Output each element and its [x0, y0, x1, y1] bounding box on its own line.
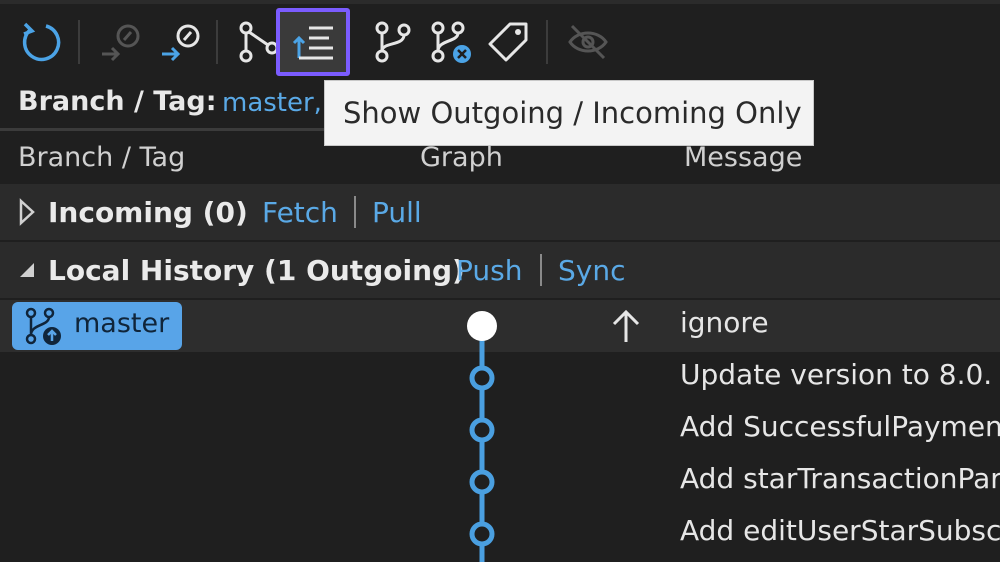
commit-node: [469, 417, 495, 443]
commit-node: [469, 365, 495, 391]
commit-node-head: [467, 311, 497, 341]
commit-message[interactable]: Add SuccessfulPaymen: [680, 410, 1000, 443]
commit-message[interactable]: ignore: [680, 306, 769, 339]
commit-message[interactable]: Add starTransactionPart: [680, 462, 1000, 495]
outgoing-arrow-icon: [612, 309, 640, 342]
commit-message[interactable]: Add editUserStarSubscr: [680, 514, 1000, 547]
commit-node: [469, 469, 495, 495]
commit-node: [469, 521, 495, 547]
commit-message[interactable]: Update version to 8.0.: [680, 358, 992, 391]
